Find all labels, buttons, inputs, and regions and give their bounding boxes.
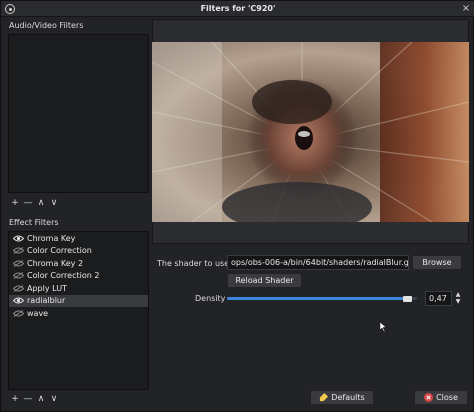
audio-video-toolbar: + — ∧ ∨ [10, 196, 59, 210]
move-down-effect-filter-button[interactable]: ∨ [49, 394, 59, 404]
density-stepper[interactable]: ▲ ▼ [453, 291, 463, 306]
move-up-effect-filter-button[interactable]: ∧ [36, 394, 46, 404]
defaults-button[interactable]: Defaults [310, 390, 374, 405]
filters-window: Filters for 'C920' × Audio/Video Filters… [0, 0, 474, 412]
density-slider[interactable] [227, 297, 417, 300]
eye-hidden-icon[interactable] [13, 247, 24, 255]
add-audio-filter-button[interactable]: + [10, 198, 20, 208]
video-preview [152, 42, 469, 222]
density-slider-fill [227, 297, 408, 300]
mouse-cursor-icon [380, 322, 387, 332]
effect-filter-item[interactable]: Color Correction 2 [9, 270, 148, 283]
chevron-down-icon[interactable]: ▼ [453, 298, 463, 305]
shader-path-field[interactable]: ops/obs-006-a/bin/64bit/shaders/radialBl… [227, 255, 409, 270]
effect-filter-label: wave [27, 308, 49, 318]
density-value-field[interactable]: 0,47 [425, 291, 452, 306]
density-slider-handle[interactable] [402, 296, 412, 302]
chevron-up-icon[interactable]: ▲ [453, 291, 463, 298]
title-bar[interactable]: Filters for 'C920' × [1, 1, 474, 17]
close-circle-icon [424, 393, 434, 402]
close-label: Close [436, 393, 458, 402]
remove-audio-filter-button[interactable]: — [23, 198, 33, 208]
move-up-audio-filter-button[interactable]: ∧ [36, 198, 46, 208]
move-down-audio-filter-button[interactable]: ∨ [49, 198, 59, 208]
effect-filter-list[interactable]: Chroma Key Color Correction Chroma Key 2 Co… [8, 231, 149, 390]
effect-filter-items: Chroma Key Color Correction Chroma Key 2 Co… [9, 232, 148, 320]
effect-filter-item[interactable]: Chroma Key 2 [9, 257, 148, 270]
effect-filter-item[interactable]: Color Correction [9, 245, 148, 258]
effect-filter-item[interactable]: Chroma Key [9, 232, 148, 245]
effect-filter-label: Color Correction 2 [27, 271, 100, 281]
density-label: Density [195, 294, 226, 303]
add-effect-filter-button[interactable]: + [10, 394, 20, 404]
brush-icon [320, 393, 329, 402]
close-icon[interactable]: × [461, 4, 471, 14]
close-button[interactable]: Close [414, 390, 468, 405]
reload-shader-button[interactable]: Reload Shader [227, 273, 302, 288]
effect-filter-item[interactable]: wave [9, 307, 148, 320]
eye-hidden-icon[interactable] [13, 272, 24, 280]
effect-filter-label: Apply LUT [27, 283, 67, 293]
remove-effect-filter-button[interactable]: — [23, 394, 33, 404]
effect-filter-label: Chroma Key [27, 233, 76, 243]
effect-filter-item[interactable]: Apply LUT [9, 282, 148, 295]
audio-video-filter-list[interactable] [8, 34, 149, 193]
effect-filter-label: Chroma Key 2 [27, 258, 84, 268]
eye-icon[interactable] [13, 235, 24, 242]
effect-filter-label: radialblur [27, 296, 66, 306]
effect-filter-label: Color Correction [27, 246, 92, 256]
eye-icon[interactable] [13, 297, 24, 304]
audio-video-filters-label: Audio/Video Filters [9, 21, 84, 30]
radial-blur-preview-image [152, 42, 469, 222]
defaults-label: Defaults [331, 393, 365, 402]
effect-filters-label: Effect Filters [9, 218, 59, 227]
eye-hidden-icon[interactable] [13, 284, 24, 292]
shader-label: The shader to use. [157, 259, 232, 268]
eye-hidden-icon[interactable] [13, 259, 24, 267]
effect-filter-item[interactable]: radialblur [9, 294, 148, 307]
eye-hidden-icon[interactable] [13, 309, 24, 317]
effect-toolbar: + — ∧ ∨ [10, 392, 59, 406]
window-title: Filters for 'C920' [200, 4, 276, 13]
browse-button[interactable]: Browse [412, 255, 462, 270]
